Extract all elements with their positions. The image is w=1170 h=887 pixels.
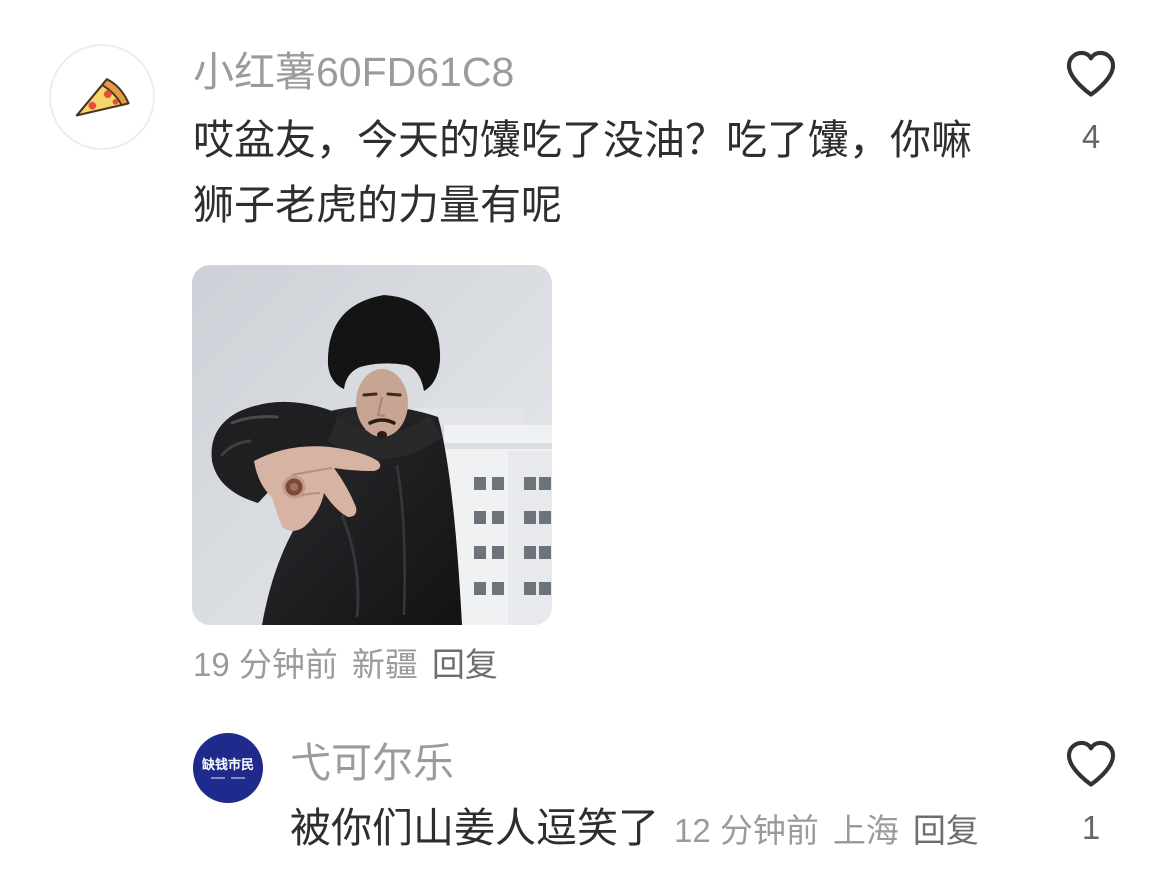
pepperoni: [103, 90, 112, 98]
heart-shape: [1066, 740, 1116, 787]
reply-button[interactable]: 回复: [432, 645, 498, 685]
comment-text-line: 狮子老虎的力量有呢: [193, 182, 562, 228]
reply-avatar-fine-print: [211, 777, 245, 779]
heart-outline-icon: [1066, 50, 1116, 97]
commenter-avatar[interactable]: [49, 44, 155, 150]
reply-avatar[interactable]: 缺钱市民: [193, 733, 263, 803]
like-button[interactable]: [1066, 50, 1116, 97]
commenter-username[interactable]: 小红薯60FD61C8: [193, 47, 514, 97]
heart-shape: [1066, 50, 1116, 97]
pepperoni: [88, 101, 97, 110]
pizza-slice-icon: [75, 78, 130, 117]
reply-avatar-label: 缺钱市民: [201, 757, 254, 772]
comment-photo: [192, 265, 552, 625]
pepperoni: [112, 98, 119, 105]
reply-button[interactable]: 回复: [913, 811, 979, 851]
like-count: 4: [1081, 118, 1101, 155]
comment-time: 19 分钟前: [193, 646, 338, 683]
reply-text: 被你们山姜人逗笑了: [290, 805, 659, 851]
comment-location: 新疆: [351, 646, 418, 683]
reply-body: 被你们山姜人逗笑了 12 分钟前 上海 回复: [290, 803, 979, 853]
heart-outline-icon: [1066, 740, 1116, 787]
comment-image[interactable]: [192, 265, 552, 625]
comment-meta: 19 分钟前 新疆 回复: [193, 645, 498, 685]
comment-text-line: 哎盆友，今天的馕吃了没油？吃了馕，你嘛: [193, 117, 972, 163]
reply-username[interactable]: 弋可尔乐: [290, 738, 454, 788]
reply-location: 上海: [832, 812, 899, 849]
reply-meta: 12 分钟前 上海 回复: [674, 811, 979, 851]
like-count: 1: [1081, 809, 1101, 846]
like-button[interactable]: [1066, 740, 1116, 787]
fine-print-mark: [211, 777, 225, 779]
fine-print-mark: [231, 777, 245, 779]
reply-time: 12 分钟前: [674, 812, 819, 849]
